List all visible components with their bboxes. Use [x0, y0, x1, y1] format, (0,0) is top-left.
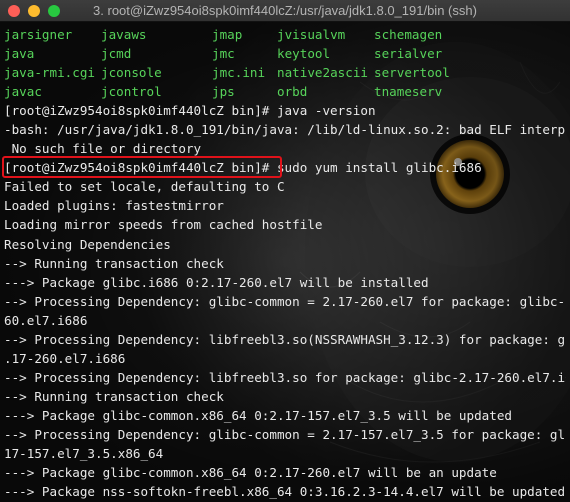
- terminal-line: ---> Package nss-softokn-freebl.x86_64 0…: [4, 484, 566, 500]
- terminal-line: Resolving Dependencies: [4, 236, 171, 252]
- ls-entry: serialver: [374, 46, 443, 62]
- ls-row: java-rmi.cgi jconsole jmc.ini native2ascii s…: [4, 63, 566, 82]
- terminal-line: -bash: /usr/java/jdk1.8.0_191/bin/java: …: [4, 122, 566, 138]
- terminal-line: 60.el7.i686: [4, 312, 88, 328]
- terminal-line: --> Processing Dependency: libfreebl3.so…: [4, 369, 566, 385]
- terminal-output[interactable]: jarsigner javaws jmap jvisualvm schemagen jav…: [4, 25, 566, 501]
- terminal-line: --> Processing Dependency: glibc-common …: [4, 293, 566, 309]
- ls-entry: schemagen: [374, 27, 443, 42]
- highlight-box: [2, 156, 282, 178]
- ls-row: javac jcontrol jps orbd tnameserv: [4, 82, 566, 101]
- terminal-window: 3. root@iZwz954oi8spk0imf440lcZ:/usr/jav…: [0, 0, 570, 502]
- terminal-line: Loaded plugins: fastestmirror: [4, 198, 224, 214]
- terminal-line: 17-157.el7_3.5.x86_64: [4, 446, 164, 462]
- ls-row: java jcmd jmc keytool serialver: [4, 44, 566, 63]
- ls-entry: jmap: [212, 27, 243, 42]
- ls-row: jarsigner javaws jmap jvisualvm schemagen: [4, 25, 566, 44]
- ls-entry: java: [4, 46, 35, 62]
- ls-entry: native2ascii: [277, 65, 368, 81]
- title-bar[interactable]: 3. root@iZwz954oi8spk0imf440lcZ:/usr/jav…: [0, 0, 570, 22]
- ls-entry: jcmd: [101, 46, 132, 62]
- ls-entry: tnameserv: [374, 84, 443, 100]
- terminal-line: Failed to set locale, defaulting to C: [4, 179, 285, 195]
- ls-entry: jps: [212, 84, 235, 100]
- terminal-line: --> Processing Dependency: glibc-common …: [4, 426, 566, 442]
- terminal-line: .17-260.el7.i686: [4, 350, 126, 366]
- terminal-line: ---> Package glibc-common.x86_64 0:2.17-…: [4, 465, 497, 481]
- ls-entry: javaws: [101, 27, 147, 42]
- terminal-line: Loading mirror speeds from cached hostfi…: [4, 217, 323, 233]
- ls-entry: javac: [4, 84, 42, 100]
- ls-entry: jarsigner: [4, 27, 73, 42]
- ls-entry: java-rmi.cgi: [4, 65, 95, 81]
- terminal-line: --> Running transaction check: [4, 255, 224, 271]
- ls-entry: orbd: [277, 84, 308, 100]
- ls-entry: servertool: [374, 65, 450, 81]
- ls-entry: keytool: [277, 46, 331, 62]
- terminal-line: --> Processing Dependency: libfreebl3.so…: [4, 331, 566, 347]
- ls-entry: jmc.ini: [212, 65, 266, 81]
- terminal-line: --> Running transaction check: [4, 388, 224, 404]
- ls-entry: jcontrol: [101, 84, 162, 100]
- ls-entry: jconsole: [101, 65, 162, 81]
- terminal-content[interactable]: jarsigner javaws jmap jvisualvm schemagen jav…: [0, 22, 570, 502]
- ls-entry: jvisualvm: [277, 27, 346, 42]
- terminal-line: ---> Package glibc-common.x86_64 0:2.17-…: [4, 407, 512, 423]
- terminal-line: ---> Package glibc.i686 0:2.17-260.el7 w…: [4, 274, 429, 290]
- window-title: 3. root@iZwz954oi8spk0imf440lcZ:/usr/jav…: [93, 3, 477, 18]
- terminal-line: [root@iZwz954oi8spk0imf440lcZ bin]# java…: [4, 103, 376, 119]
- ls-entry: jmc: [212, 46, 235, 62]
